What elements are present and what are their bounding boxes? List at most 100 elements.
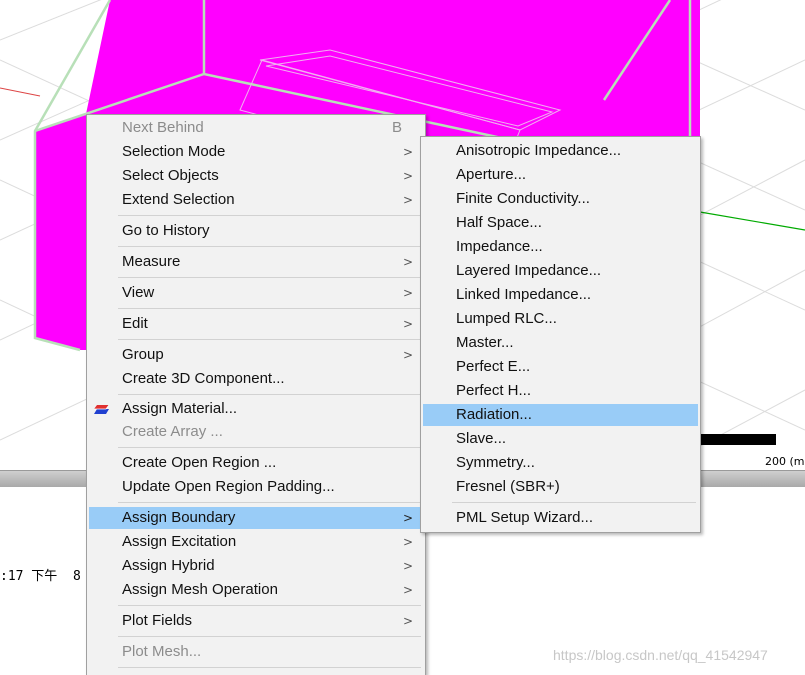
menu-item-assign-excitation[interactable]: Assign Excitation > [89,531,423,553]
menu-item-group[interactable]: Group > [89,344,423,366]
chevron-right-icon: > [402,583,413,597]
menu-item-label: Select Objects [122,167,219,184]
submenu-item-linked-impedance[interactable]: Linked Impedance... [423,284,698,306]
menu-item-label: Extend Selection [122,191,235,208]
menu-item-label: Radiation... [456,406,532,423]
chevron-right-icon: > [402,559,413,573]
scale-label: 200 (m [765,455,805,468]
assign-boundary-submenu: Anisotropic Impedance... Aperture... Fin… [420,136,701,533]
chevron-right-icon: > [402,535,413,549]
menu-item-label: Group [122,346,164,363]
submenu-item-slave[interactable]: Slave... [423,428,698,450]
menu-item-assign-hybrid[interactable]: Assign Hybrid > [89,555,423,577]
menu-item-assign-boundary[interactable]: Assign Boundary > [89,507,423,529]
menu-item-label: Slave... [456,430,507,447]
menu-item-label: Update Open Region Padding... [122,478,335,495]
menu-item-label: Measure [122,253,181,270]
menu-item-label: Plot Mesh... [122,643,202,660]
menu-separator [118,277,421,278]
menu-item-label: Perfect E... [456,358,531,375]
message-text: :17 下午 8 [0,569,81,584]
menu-item-label: Create 3D Component... [122,370,285,387]
menu-item-label: Assign Excitation [122,533,237,550]
menu-item-view[interactable]: View > [89,282,423,304]
submenu-item-aperture[interactable]: Aperture... [423,164,698,186]
menu-item-label: Create Open Region ... [122,454,277,471]
submenu-item-master[interactable]: Master... [423,332,698,354]
material-icon [94,404,110,414]
submenu-item-anisotropic-impedance[interactable]: Anisotropic Impedance... [423,140,698,162]
chevron-right-icon: > [402,614,413,628]
menu-separator [118,667,421,668]
menu-item-label: Impedance... [456,238,543,255]
chevron-right-icon: > [402,286,413,300]
menu-item-selection-mode[interactable]: Selection Mode > [89,141,423,163]
menu-item-measure[interactable]: Measure > [89,251,423,273]
menu-item-label: PML Setup Wizard... [456,509,593,526]
menu-separator [118,447,421,448]
menu-item-assign-mesh-operation[interactable]: Assign Mesh Operation > [89,579,423,601]
chevron-right-icon: > [402,317,413,331]
menu-separator [118,308,421,309]
menu-item-select-objects[interactable]: Select Objects > [89,165,423,187]
menu-item-label: Assign Material... [122,400,238,417]
menu-item-label: Assign Hybrid [122,557,215,574]
menu-item-label: Layered Impedance... [456,262,602,279]
menu-separator [118,605,421,606]
menu-separator [452,502,696,503]
menu-item-label: Half Space... [456,214,542,231]
submenu-item-perfect-h[interactable]: Perfect H... [423,380,698,402]
chevron-right-icon: > [402,511,413,525]
menu-item-next-behind[interactable]: Next Behind B [89,117,423,139]
menu-item-label: View [122,284,155,301]
menu-item-label: Perfect H... [456,382,532,399]
menu-separator [118,394,421,395]
submenu-item-lumped-rlc[interactable]: Lumped RLC... [423,308,698,330]
menu-item-label: Aperture... [456,166,527,183]
menu-item-assign-material[interactable]: Assign Material... [89,398,423,420]
chevron-right-icon: > [402,255,413,269]
menu-separator [118,502,421,503]
menu-item-update-open-region-padding[interactable]: Update Open Region Padding... [89,476,423,498]
menu-separator [118,636,421,637]
submenu-item-symmetry[interactable]: Symmetry... [423,452,698,474]
watermark: https://blog.csdn.net/qq_41542947 [553,647,768,663]
menu-item-label: Assign Boundary [122,509,236,526]
menu-item-label: Edit [122,315,148,332]
menu-item-plot-mesh[interactable]: Plot Mesh... [89,641,423,663]
menu-item-label: Linked Impedance... [456,286,592,303]
submenu-item-finite-conductivity[interactable]: Finite Conductivity... [423,188,698,210]
chevron-right-icon: > [402,193,413,207]
menu-item-label: Create Array ... [122,423,223,440]
submenu-item-impedance[interactable]: Impedance... [423,236,698,258]
menu-separator [118,339,421,340]
menu-item-label: Symmetry... [456,454,535,471]
chevron-right-icon: > [402,145,413,159]
x-axis-line [0,87,41,97]
menu-item-extend-selection[interactable]: Extend Selection > [89,189,423,211]
menu-item-label: Go to History [122,222,210,239]
submenu-item-perfect-e[interactable]: Perfect E... [423,356,698,378]
menu-item-label: Master... [456,334,514,351]
menu-item-create-open-region[interactable]: Create Open Region ... [89,452,423,474]
menu-item-create-array[interactable]: Create Array ... [89,421,423,443]
y-axis-line [699,211,805,231]
menu-item-plot-fields[interactable]: Plot Fields > [89,610,423,632]
menu-separator [118,246,421,247]
menu-item-label: Anisotropic Impedance... [456,142,622,159]
context-menu: Next Behind B Selection Mode > Select Ob… [86,114,426,675]
menu-item-label: Plot Fields [122,612,193,629]
menu-item-label: Assign Mesh Operation [122,581,278,598]
submenu-item-half-space[interactable]: Half Space... [423,212,698,234]
submenu-item-layered-impedance[interactable]: Layered Impedance... [423,260,698,282]
submenu-item-radiation[interactable]: Radiation... [423,404,698,426]
menu-item-go-to-history[interactable]: Go to History [89,220,423,242]
menu-item-create-3d-component[interactable]: Create 3D Component... [89,368,423,390]
menu-item-label: Finite Conductivity... [456,190,590,207]
menu-item-label: Lumped RLC... [456,310,557,327]
chevron-right-icon: > [402,169,413,183]
submenu-item-fresnel-sbr[interactable]: Fresnel (SBR+) [423,476,698,498]
menu-item-label: Selection Mode [122,143,226,160]
menu-item-edit[interactable]: Edit > [89,313,423,335]
submenu-item-pml-setup-wizard[interactable]: PML Setup Wizard... [423,507,698,529]
